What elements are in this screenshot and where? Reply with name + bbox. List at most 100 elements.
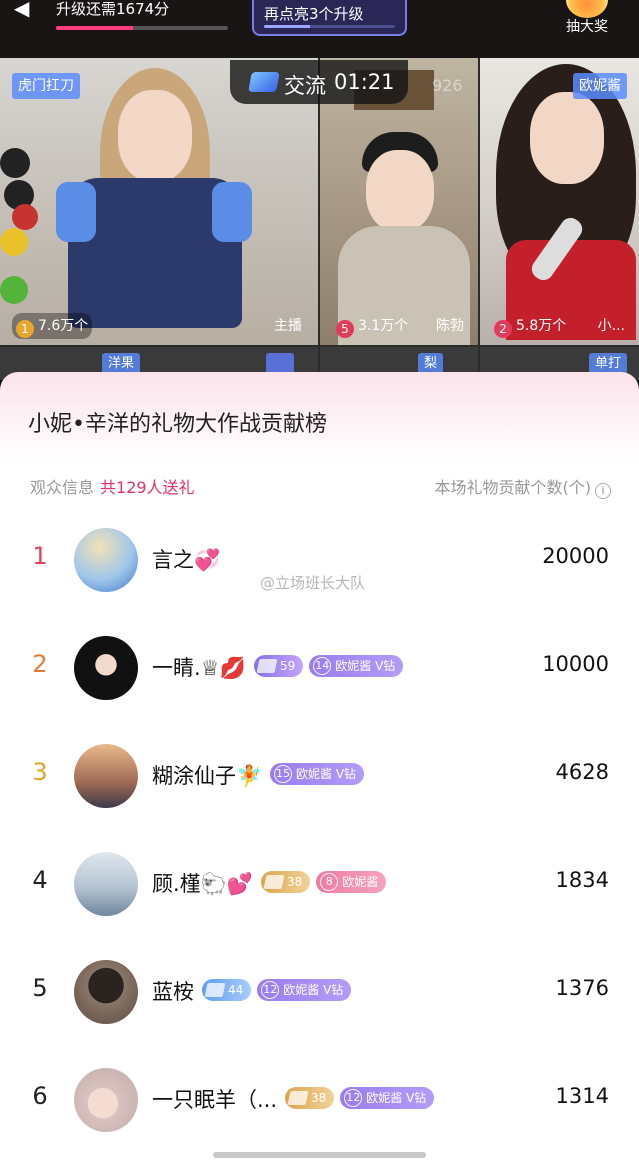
gem-level: 38 <box>287 875 303 889</box>
video-tile-guest-2[interactable]: 欧妮酱 2 5.8万个 小... <box>480 58 639 345</box>
guest-figure <box>338 132 470 345</box>
gem-icon <box>204 983 226 997</box>
gem-icon <box>287 1091 309 1105</box>
fan-level: 12 <box>261 981 280 999</box>
session-timer-badge: 交流 01:21 <box>230 60 408 104</box>
top-bar: ◀ 升级还需1674分 再点亮3个升级 抽大奖 <box>0 0 639 58</box>
back-arrow-icon[interactable]: ◀ <box>14 0 38 20</box>
fan-club-label: 欧妮酱 V钻 <box>296 767 357 781</box>
fan-club-badge[interactable]: 15 欧妮酱 V钻 <box>270 763 365 785</box>
upgrade-progress-bar <box>56 26 228 30</box>
avatar[interactable] <box>74 960 138 1024</box>
singer-figure <box>496 64 636 344</box>
contribution-value: 10000 <box>542 652 609 676</box>
fan-club-badge[interactable]: 12 欧妮酱 V钻 <box>340 1087 435 1109</box>
user-name: 一睛.♕💋 <box>152 656 246 680</box>
gift-count-text: 3.1万个 <box>358 318 409 334</box>
gift-count-text: 7.6万个 <box>38 318 89 334</box>
lottery-button[interactable]: 抽大奖 <box>558 0 616 40</box>
user-badges: 44 12 欧妮酱 V钻 <box>202 979 352 1003</box>
contribution-value: 1834 <box>555 868 609 892</box>
rank-number: 5 <box>32 974 48 1002</box>
gift-count-text: 5.8万个 <box>516 318 567 334</box>
fan-club-label: 欧妮酱 V钻 <box>366 1091 427 1105</box>
home-indicator[interactable] <box>213 1152 426 1158</box>
upgrade-progress-fill <box>56 26 134 30</box>
faded-number: 926 <box>432 76 463 95</box>
fan-level: 15 <box>274 765 292 783</box>
relight-progress-bar <box>264 25 395 28</box>
tile-name-label: 陈勃 <box>436 318 464 334</box>
fan-level: 12 <box>344 1089 363 1107</box>
streamer-figure <box>56 68 252 338</box>
gem-level: 44 <box>228 983 244 997</box>
fan-club-badge[interactable]: 12 欧妮酱 V钻 <box>257 979 352 1001</box>
user-badges: 38 8 欧妮酱 <box>261 871 387 895</box>
user-name: 顾.槿🐑💕 <box>152 872 253 896</box>
fan-level: 8 <box>320 873 339 891</box>
rank-badge-icon: 5 <box>336 320 354 338</box>
leaderboard-row[interactable]: 4 顾.槿🐑💕 38 8 欧妮酱 1834 <box>0 830 639 938</box>
watermark-text: @立场班长大队 <box>260 574 366 592</box>
avatar[interactable] <box>74 852 138 916</box>
contribution-value: 4628 <box>555 760 609 784</box>
gem-level-badge[interactable]: 38 <box>261 871 311 893</box>
gem-level-badge[interactable]: 59 <box>254 655 304 677</box>
contribution-value: 20000 <box>542 544 609 568</box>
balloons-decoration <box>0 148 40 308</box>
tile-name-label: 小... <box>597 318 625 334</box>
sheet-title: 小妮•辛洋的礼物大作战贡献榜 <box>28 412 327 437</box>
tile-role-label: 主播 <box>274 318 302 334</box>
gem-level: 38 <box>311 1091 327 1105</box>
gem-level: 59 <box>280 659 296 673</box>
gem-level-badge[interactable]: 38 <box>285 1087 335 1109</box>
user-badges: 59 14 欧妮酱 V钻 <box>254 655 404 679</box>
leaderboard-row[interactable]: 5 蓝桉 44 12 欧妮酱 V钻 1376 <box>0 938 639 1046</box>
audience-label: 观众信息 <box>30 478 95 497</box>
user-name: 糊涂仙子🧚 <box>152 764 263 788</box>
fan-club-label: 欧妮酱 V钻 <box>335 659 396 673</box>
upgrade-remaining-text: 升级还需1674分 <box>56 0 170 18</box>
leaderboard-row[interactable]: 2 一睛.♕💋 59 14 欧妮酱 V钻 10000 <box>0 614 639 722</box>
tile-gift-count: 5 3.1万个 <box>336 313 408 339</box>
tile-gift-count: 1 7.6万个 <box>12 313 93 339</box>
leaderboard-row[interactable]: 1 言之💞 20000 <box>0 506 639 614</box>
avatar[interactable] <box>74 1068 138 1132</box>
rank-badge-icon: 2 <box>494 320 512 338</box>
audience-count: 共129人送礼 <box>100 478 195 497</box>
gem-level-badge[interactable]: 44 <box>202 979 252 1001</box>
user-name: 言之💞 <box>152 548 221 572</box>
fan-club-badge[interactable]: 14 欧妮酱 V钻 <box>309 655 404 677</box>
relight-upgrade-button[interactable]: 再点亮3个升级 <box>252 0 407 36</box>
session-label: 交流 <box>284 74 326 98</box>
leaderboard-row[interactable]: 6 一只眠羊（... 38 12 欧妮酱 V钻 1314 <box>0 1046 639 1154</box>
leaderboard-row[interactable]: 3 糊涂仙子🧚 15 欧妮酱 V钻 4628 <box>0 722 639 830</box>
fan-club-badge[interactable]: 8 欧妮酱 <box>316 871 387 893</box>
tile-gift-count: 2 5.8万个 <box>494 313 566 339</box>
tile-team-tag: 虎门扛刀 <box>12 73 80 99</box>
relight-upgrade-text: 再点亮3个升级 <box>264 5 364 23</box>
fan-club-label: 欧妮酱 V钻 <box>283 983 344 997</box>
gem-icon <box>256 659 278 673</box>
rank-number: 2 <box>32 650 48 678</box>
rank-number: 4 <box>32 866 48 894</box>
avatar[interactable] <box>74 744 138 808</box>
user-badges: 38 12 欧妮酱 V钻 <box>285 1087 435 1111</box>
chat-ticket-icon <box>248 72 280 92</box>
contribution-header: 本场礼物贡献个数(个) i <box>435 474 611 499</box>
rank-crown-icon: 1 <box>16 320 34 338</box>
avatar[interactable] <box>74 636 138 700</box>
contribution-value: 1314 <box>555 1084 609 1108</box>
audience-info: 观众信息 共129人送礼 <box>30 474 195 498</box>
gem-icon <box>263 875 285 889</box>
info-icon[interactable]: i <box>595 483 611 499</box>
user-name: 蓝桉 <box>152 980 194 1004</box>
rank-number: 6 <box>32 1082 48 1110</box>
contribution-value: 1376 <box>555 976 609 1000</box>
tile-team-tag: 欧妮酱 <box>573 73 627 99</box>
fan-club-label: 欧妮酱 <box>342 875 379 889</box>
user-name: 一只眠羊（... <box>152 1088 278 1112</box>
avatar[interactable] <box>74 528 138 592</box>
contribution-sheet: 小妮•辛洋的礼物大作战贡献榜 观众信息 共129人送礼 本场礼物贡献个数(个) i … <box>0 372 639 1172</box>
relight-progress-fill <box>264 25 310 28</box>
